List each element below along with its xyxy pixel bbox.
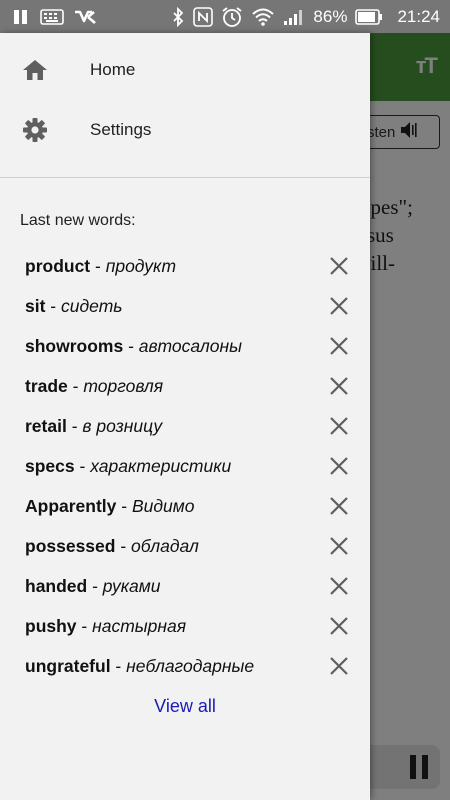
home-icon (0, 58, 90, 82)
view-all-link[interactable]: View all (0, 694, 370, 718)
nav-item-home[interactable]: Home (0, 40, 370, 100)
status-bar: 86% 21:24 (0, 0, 450, 33)
word-translation: настырная (92, 615, 187, 636)
word-translation: руками (102, 575, 161, 596)
word-separator: - (90, 255, 106, 276)
close-icon[interactable] (328, 575, 350, 597)
nfc-icon (193, 6, 214, 27)
signal-icon (283, 8, 305, 26)
word-separator: - (110, 655, 127, 676)
word-english: Apparently (25, 495, 117, 516)
navigation-drawer: Home Settings Last new words: product - … (0, 33, 370, 800)
word-entry: retail - в розницу (25, 416, 328, 437)
pause-icon (12, 8, 30, 26)
close-icon[interactable] (328, 615, 350, 637)
word-entry: ungrateful - неблагодарные (25, 656, 328, 677)
word-translation: характеристики (90, 455, 232, 476)
word-translation: в розницу (82, 415, 163, 436)
word-english: ungrateful (25, 655, 111, 676)
battery-percent: 86% (313, 6, 348, 26)
close-icon[interactable] (328, 415, 350, 437)
word-english: sit (25, 295, 46, 316)
word-entry: showrooms - автосалоны (25, 336, 328, 357)
close-icon[interactable] (328, 255, 350, 277)
word-separator: - (87, 575, 103, 596)
section-title: Last new words: (20, 212, 136, 229)
word-english: product (25, 255, 91, 276)
word-translation: автосалоны (138, 335, 242, 356)
word-row[interactable]: showrooms - автосалоны (0, 326, 370, 366)
close-icon[interactable] (328, 655, 350, 677)
word-separator: - (115, 535, 132, 556)
nav-label-settings: Settings (90, 120, 152, 139)
word-english: handed (25, 575, 88, 596)
word-english: possessed (25, 535, 116, 556)
nav-item-settings[interactable]: Settings (0, 100, 370, 160)
nav-label-home: Home (90, 60, 136, 79)
word-row[interactable]: handed - руками (0, 566, 370, 606)
word-separator: - (67, 375, 84, 396)
word-row[interactable]: retail - в розницу (0, 406, 370, 446)
close-icon[interactable] (328, 455, 350, 477)
word-translation: продукт (105, 255, 177, 276)
word-translation: неблагодарные (126, 655, 255, 676)
word-separator: - (123, 335, 139, 356)
word-row[interactable]: pushy - настырная (0, 606, 370, 646)
close-icon[interactable] (328, 295, 350, 317)
word-separator: - (116, 495, 132, 516)
close-icon[interactable] (328, 335, 350, 357)
word-translation: обладал (131, 535, 199, 556)
battery-icon (355, 8, 383, 25)
word-separator: - (66, 415, 83, 436)
vk-icon (74, 8, 102, 26)
word-entry: pushy - настырная (25, 616, 328, 637)
word-english: trade (25, 375, 68, 396)
word-english: showrooms (25, 335, 124, 356)
word-entry: specs - характеристики (25, 456, 328, 477)
clock: 21:24 (397, 6, 440, 26)
gear-icon (0, 117, 90, 143)
word-translation: сидеть (61, 295, 123, 316)
word-english: retail (25, 415, 67, 436)
word-row[interactable]: product - продукт (0, 246, 370, 286)
word-translation: торговля (83, 375, 164, 396)
word-row[interactable]: Apparently - Видимо (0, 486, 370, 526)
wifi-icon (251, 7, 275, 27)
close-icon[interactable] (328, 495, 350, 517)
keyboard-icon (40, 8, 64, 26)
divider (0, 177, 370, 178)
word-entry: trade - торговля (25, 376, 328, 397)
word-row[interactable]: possessed - обладал (0, 526, 370, 566)
word-row[interactable]: ungrateful - неблагодарные (0, 646, 370, 686)
word-separator: - (76, 615, 93, 636)
word-entry: handed - руками (25, 576, 328, 597)
word-translation: Видимо (131, 495, 195, 516)
word-row[interactable]: sit - сидеть (0, 286, 370, 326)
word-entry: Apparently - Видимо (25, 496, 328, 517)
close-icon[interactable] (328, 375, 350, 397)
word-list: product - продукт sit - сидеть showrooms -… (0, 246, 370, 686)
word-entry: sit - сидеть (25, 296, 328, 317)
word-row[interactable]: specs - характеристики (0, 446, 370, 486)
word-separator: - (74, 455, 91, 476)
word-english: pushy (25, 615, 77, 636)
word-entry: possessed - обладал (25, 536, 328, 557)
alarm-icon (221, 6, 243, 28)
bluetooth-icon (171, 6, 185, 27)
word-entry: product - продукт (25, 256, 328, 277)
word-separator: - (45, 295, 61, 316)
close-icon[interactable] (328, 535, 350, 557)
word-row[interactable]: trade - торговля (0, 366, 370, 406)
word-english: specs (25, 455, 75, 476)
